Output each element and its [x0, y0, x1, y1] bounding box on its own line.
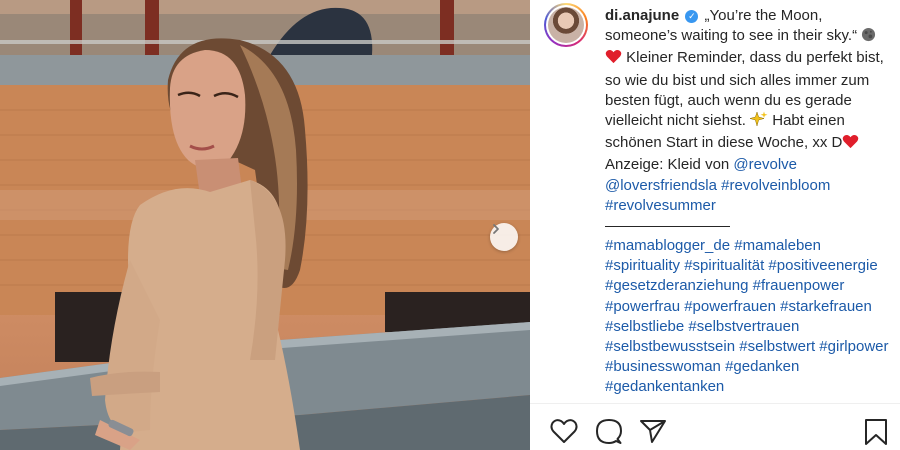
hashtag-link[interactable]: #spiritualität [684, 257, 764, 274]
post-caption: di.anajune ✓ „You’re the Moon, someone’s… [605, 6, 890, 403]
comment-icon [596, 419, 622, 444]
hashtag-link[interactable]: #powerfrau [605, 298, 680, 315]
red-heart-emoji-icon [605, 49, 622, 70]
hashtag-link[interactable]: #mamaleben [734, 237, 821, 254]
hashtag-link[interactable]: #selbstbewusstsein [605, 338, 735, 355]
hashtag-link[interactable]: #girlpower [819, 338, 888, 355]
hashtag-link[interactable]: #powerfrauen [684, 298, 776, 315]
hashtag-link[interactable]: #revolvesummer [605, 197, 716, 214]
hashtag-link[interactable]: #selbstliebe [605, 318, 684, 335]
heart-outline-icon [550, 419, 578, 443]
hashtag-link[interactable]: #mamablogger_de [605, 237, 730, 254]
save-button[interactable] [864, 418, 888, 450]
hashtag-link[interactable]: #starkefrauen [780, 298, 872, 315]
like-button[interactable] [550, 418, 578, 449]
comment-button[interactable] [595, 418, 623, 450]
next-photo-button[interactable] [490, 223, 518, 251]
moon-emoji-icon [861, 27, 876, 48]
chevron-right-icon [493, 224, 499, 234]
mention-revolve[interactable]: @revolve [733, 156, 797, 173]
hashtag-link[interactable]: #gedanken [725, 358, 799, 375]
avatar-frame [546, 5, 586, 45]
share-button[interactable] [639, 418, 667, 449]
username-link[interactable]: di.anajune [605, 7, 679, 24]
hashtag-link[interactable]: #businesswoman [605, 358, 721, 375]
red-heart-emoji-icon-2 [842, 134, 859, 155]
caption-body-3: Anzeige: Kleid von [605, 156, 730, 174]
post-side-panel: di.anajune ✓ „You’re the Moon, someone’s… [530, 0, 900, 450]
photo-illustration [0, 0, 530, 450]
post-action-bar [530, 403, 900, 450]
caption-divider [605, 226, 730, 228]
hashtag-link[interactable]: #frauenpower [753, 277, 845, 294]
hashtag-link[interactable]: #selbstwert [739, 338, 815, 355]
post-photo[interactable] [0, 0, 530, 450]
avatar[interactable] [544, 3, 588, 47]
verified-badge-icon: ✓ [685, 10, 699, 23]
hashtag-link[interactable]: #gedankentanken [605, 378, 724, 395]
hashtag-link[interactable]: #spirituality [605, 257, 680, 274]
paper-plane-icon [640, 420, 666, 443]
hashtag-link[interactable]: #gesetzderanziehung [605, 277, 748, 294]
sparkles-emoji-icon [749, 111, 768, 133]
hashtag-list: #mamablogger_de #mamaleben #spirituality… [605, 236, 890, 398]
mention-loversfriendsla[interactable]: @loversfriendsla [605, 177, 717, 194]
hashtag-link[interactable]: #positiveenergie [768, 257, 877, 274]
hashtag-link[interactable]: #selbstvertrauen [688, 318, 799, 335]
bookmark-icon [865, 419, 887, 445]
avatar-image [548, 7, 584, 43]
hashtag-link[interactable]: #revolveinbloom [721, 177, 830, 194]
